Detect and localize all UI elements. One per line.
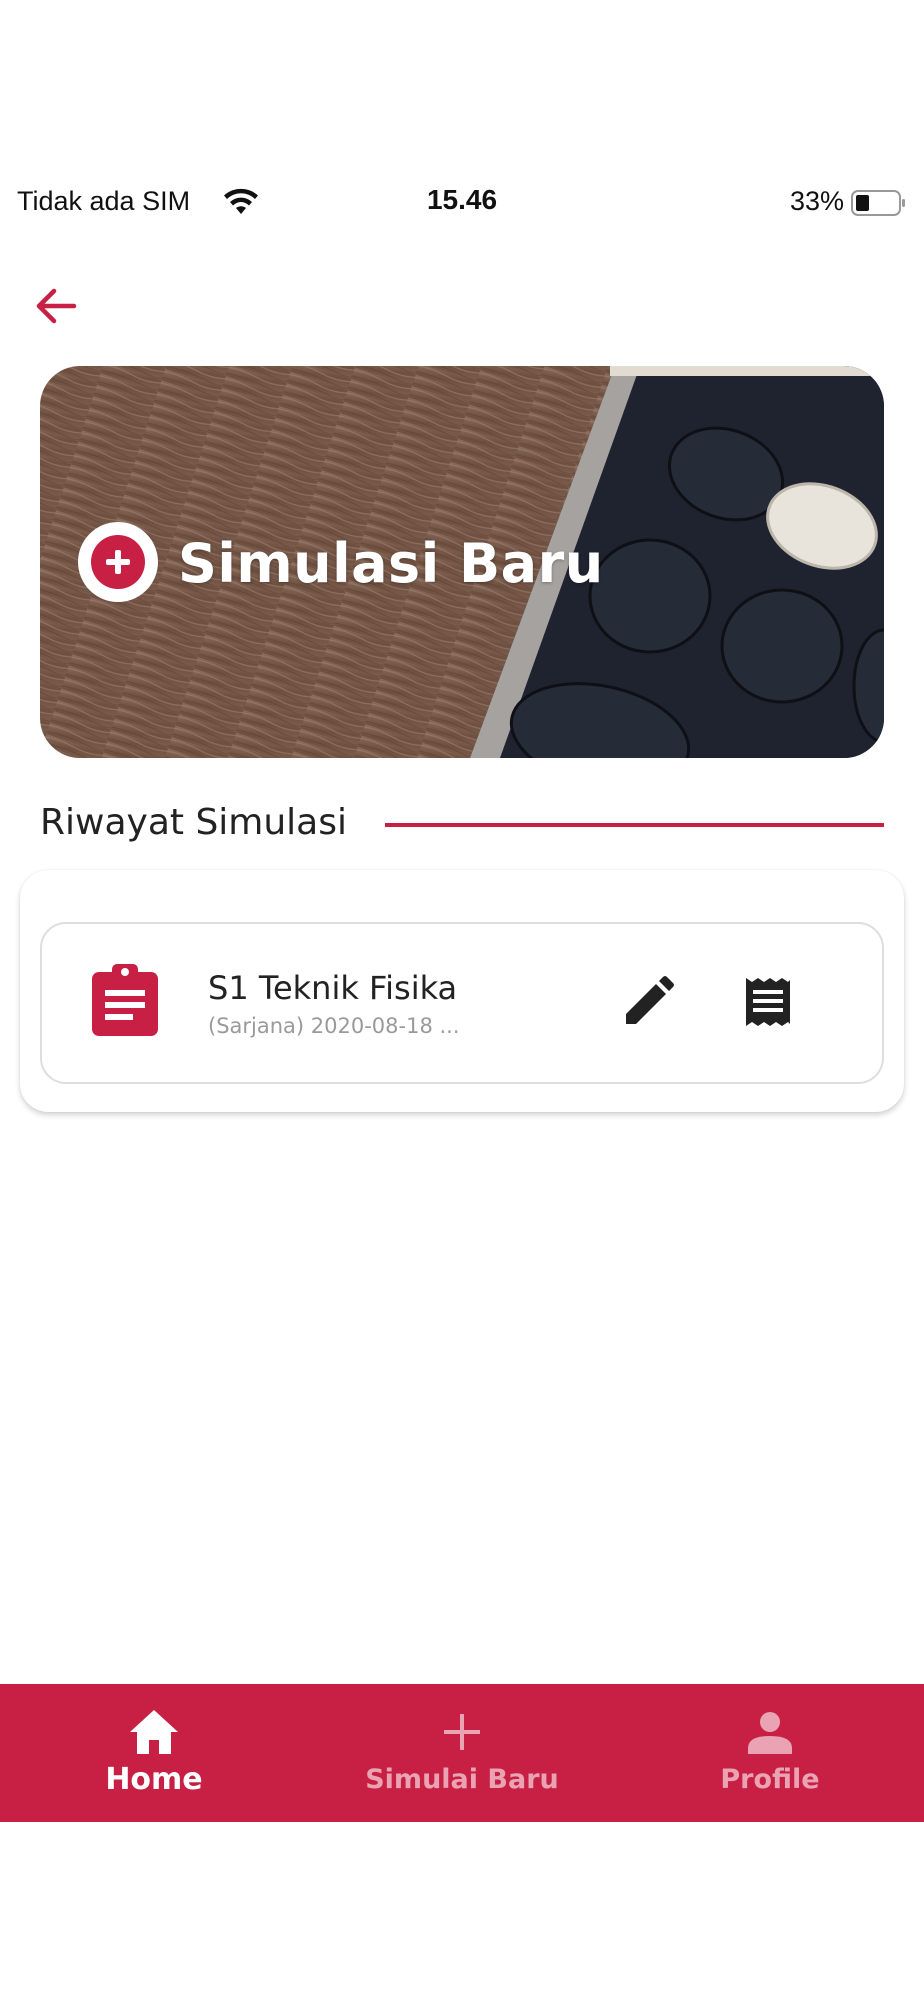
nav-profile-label: Profile: [720, 1764, 820, 1795]
nav-new-simulation-label: Simulai Baru: [365, 1764, 559, 1795]
history-section-header: Riwayat Simulasi: [40, 800, 884, 850]
home-icon: [130, 1710, 178, 1754]
clipboard-icon: [92, 964, 158, 1036]
person-icon: [748, 1712, 792, 1754]
history-item-title: S1 Teknik Fisika: [208, 969, 458, 1007]
history-item[interactable]: S1 Teknik Fisika (Sarjana) 2020-08-18 ..…: [40, 922, 884, 1084]
nav-home-label: Home: [105, 1762, 203, 1797]
new-simulation-banner[interactable]: Simulasi Baru: [40, 366, 884, 758]
status-bar: Tidak ada SIM 15.46 33%: [0, 178, 924, 228]
receipt-icon[interactable]: [744, 976, 792, 1028]
nav-new-simulation[interactable]: Simulai Baru: [308, 1684, 616, 1822]
history-item-subtitle: (Sarjana) 2020-08-18 ...: [208, 1014, 460, 1038]
bottom-navigation: Home Simulai Baru Profile: [0, 1684, 924, 1822]
banner-title: Simulasi Baru: [178, 532, 604, 595]
battery-percentage: 33%: [789, 186, 844, 216]
history-panel: S1 Teknik Fisika (Sarjana) 2020-08-18 ..…: [20, 870, 904, 1112]
back-arrow-icon[interactable]: [30, 282, 82, 330]
nav-home[interactable]: Home: [0, 1684, 308, 1822]
section-title: Riwayat Simulasi: [40, 802, 348, 843]
section-divider: [385, 823, 884, 827]
battery-icon: [851, 190, 905, 216]
pencil-icon[interactable]: [622, 976, 674, 1028]
nav-profile[interactable]: Profile: [616, 1684, 924, 1822]
plus-icon: [444, 1714, 480, 1750]
clock-time: 15.46: [426, 184, 498, 215]
add-circle-icon: [78, 522, 158, 602]
